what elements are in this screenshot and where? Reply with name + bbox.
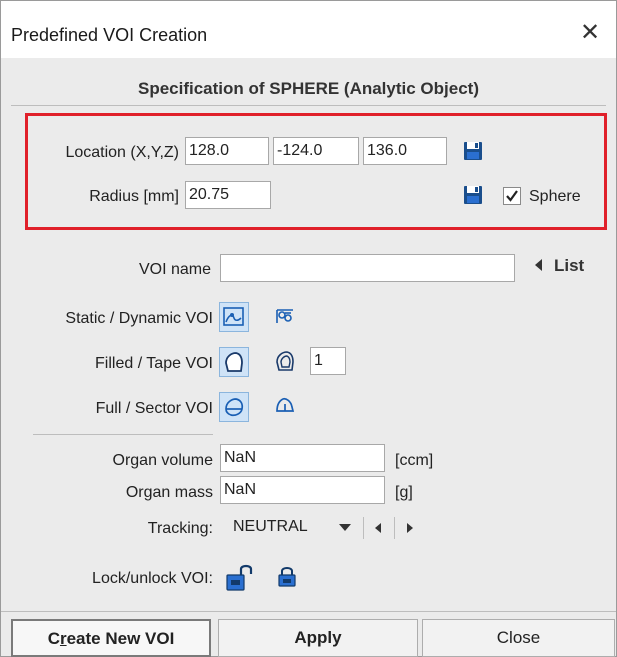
lock-unlock-label: Lock/unlock VOI: [92,570,213,587]
unlock-icon [226,564,253,591]
location-radius-highlight [25,113,607,230]
tape-voi-button[interactable] [271,347,301,377]
organ-volume-label: Organ volume [112,452,214,469]
organ-volume-field[interactable] [220,444,385,472]
tracking-previous-icon[interactable] [375,523,381,533]
list-button-label: List [554,256,585,275]
list-button[interactable]: List [535,256,584,280]
voi-name-field[interactable] [220,254,515,282]
tape-width-field[interactable] [310,347,346,375]
filled-tape-label: Filled / Tape VOI [95,355,213,372]
specification-heading: Specification of SPHERE (Analytic Object… [137,79,479,98]
bottom-divider [1,611,616,612]
organ-mass-field[interactable] [220,476,385,504]
unlock-voi-button[interactable] [223,559,257,593]
location-floppy-disk-icon[interactable] [463,141,483,161]
window-title: Predefined VOI Creation [11,25,208,45]
title-bar: Predefined VOI Creation ✕ [1,1,616,58]
apply-button[interactable]: Apply [218,619,418,657]
chevron-down-icon [339,524,351,531]
tracking-dropdown[interactable]: NEUTRAL [225,514,357,542]
lock-icon [278,567,296,587]
dialog-window: Predefined VOI Creation ✕ Specification … [0,0,617,657]
filled-voi-button[interactable] [219,347,249,377]
organ-mass-unit: [g] [395,484,413,501]
full-voi-button[interactable] [219,392,249,422]
static-dynamic-label: Static / Dynamic VOI [65,310,213,327]
dynamic-voi-button[interactable] [271,302,301,332]
static-voi-icon [223,307,244,326]
tracking-label: Tracking: [147,520,213,537]
sphere-checkbox[interactable] [503,187,521,205]
tracking-next-icon[interactable] [407,523,413,533]
filled-voi-icon [225,352,243,372]
full-voi-icon [225,398,244,417]
sector-voi-button[interactable] [271,392,301,422]
section-divider [33,434,213,435]
lock-voi-button[interactable] [273,562,303,592]
tracking-separator [363,517,364,539]
organ-mass-label: Organ mass [125,484,213,501]
static-voi-button[interactable] [219,302,249,332]
sector-voi-icon [276,397,295,412]
radius-floppy-disk-icon[interactable] [463,185,483,205]
organ-volume-unit: [ccm] [395,452,434,469]
create-new-voi-button[interactable]: Create New VOI [11,619,211,657]
tape-voi-icon [276,351,294,371]
dynamic-voi-icon [276,309,293,323]
heading-divider [11,105,606,106]
tracking-value: NEUTRAL [233,518,308,535]
location-label: Location (X,Y,Z) [65,144,179,161]
voi-name-label: VOI name [138,261,211,278]
location-z-field[interactable] [363,137,447,165]
close-button[interactable]: Close [422,619,615,657]
location-y-field[interactable] [273,137,359,165]
radius-field[interactable] [185,181,271,209]
list-arrow-icon [535,258,542,271]
close-window-icon[interactable]: ✕ [572,15,608,51]
tracking-separator-2 [394,517,395,539]
radius-label: Radius [mm] [89,188,179,205]
full-sector-label: Full / Sector VOI [95,400,213,417]
location-x-field[interactable] [185,137,269,165]
sphere-label: Sphere [529,188,581,205]
